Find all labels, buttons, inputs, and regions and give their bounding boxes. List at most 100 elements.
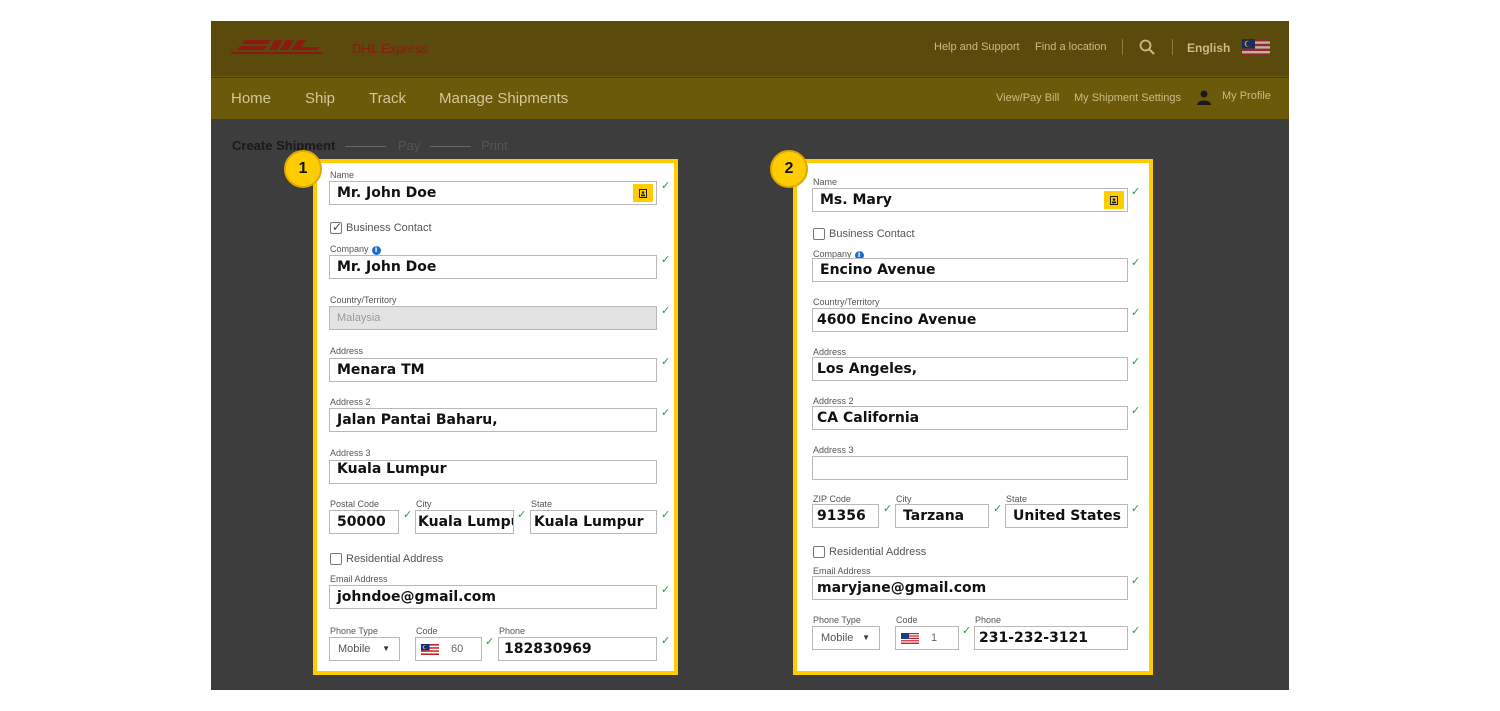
address3-input[interactable]: Kuala Lumpur: [329, 460, 657, 484]
check-icon: ✓: [661, 584, 671, 596]
city-input[interactable]: Kuala Lumpur: [415, 510, 514, 534]
state-input[interactable]: Kuala Lumpur: [530, 510, 657, 534]
check-icon: ✓: [661, 305, 671, 317]
nav-manage-shipments[interactable]: Manage Shipments: [439, 90, 568, 107]
phone-input[interactable]: 182830969: [498, 637, 657, 661]
step-badge-1: 1: [284, 150, 322, 188]
check-icon: ✓: [1131, 575, 1141, 587]
find-location-link[interactable]: Find a location: [1035, 41, 1107, 53]
country-code-select[interactable]: 60: [415, 637, 482, 661]
brand-subtitle: DHL Express: [352, 41, 429, 56]
search-icon[interactable]: [1139, 39, 1155, 55]
check-icon: ✓: [1131, 405, 1141, 417]
step-print: Print: [481, 138, 508, 153]
email-label: Email Address: [330, 574, 388, 584]
business-contact-checkbox[interactable]: [813, 228, 825, 240]
user-icon[interactable]: [1197, 90, 1211, 105]
phone-type-label: Phone Type: [330, 626, 378, 636]
phone-type-select[interactable]: Mobile ▼: [812, 626, 880, 650]
name-label: Name: [813, 177, 838, 187]
name-input[interactable]: Ms. Mary: [812, 188, 1128, 212]
phone-type-label: Phone Type: [813, 615, 861, 625]
residential-address-label: Residential Address: [346, 553, 444, 565]
postal-code-input[interactable]: 50000: [329, 510, 399, 534]
name-label: Name: [330, 170, 355, 180]
phone-type-select[interactable]: Mobile ▼: [329, 637, 400, 661]
code-label: Code: [416, 626, 438, 636]
city-input[interactable]: Tarzana: [895, 504, 989, 528]
step-pay: Pay: [398, 138, 421, 153]
caret-down-icon: ▼: [382, 644, 390, 653]
malaysia-flag-icon[interactable]: [1242, 39, 1270, 56]
email-input[interactable]: johndoe@gmail.com: [329, 585, 657, 609]
contact-book-icon[interactable]: [1104, 191, 1124, 209]
step-create-shipment: Create Shipment: [232, 138, 336, 153]
caret-down-icon: ▼: [862, 633, 870, 642]
country-input[interactable]: 4600 Encino Avenue: [812, 308, 1128, 332]
phone-input[interactable]: 231-232-3121: [974, 626, 1128, 650]
malaysia-flag-icon: [421, 643, 439, 655]
state-label: State: [531, 499, 553, 509]
address2-input[interactable]: Jalan Pantai Baharu,: [329, 408, 657, 432]
check-icon: ✓: [661, 254, 671, 266]
divider: [1172, 39, 1173, 55]
city-label: City: [416, 499, 432, 509]
residential-address-checkbox[interactable]: [330, 553, 342, 565]
email-input[interactable]: maryjane@gmail.com: [812, 576, 1128, 600]
check-icon: ✓: [1131, 503, 1141, 515]
email-label: Email Address: [813, 566, 871, 576]
address-input[interactable]: Los Angeles,: [812, 357, 1128, 381]
company-input[interactable]: Encino Avenue: [812, 258, 1128, 282]
step-connector: [430, 146, 471, 147]
address2-input[interactable]: CA California: [812, 406, 1128, 430]
state-label: State: [1006, 494, 1028, 504]
code-label: Code: [896, 615, 918, 625]
check-icon: ✓: [517, 509, 527, 521]
name-input[interactable]: Mr. John Doe: [329, 181, 657, 205]
check-icon: ✓: [1131, 186, 1141, 198]
check-icon: ✓: [1131, 625, 1141, 637]
dhl-logo[interactable]: [231, 38, 323, 56]
company-input[interactable]: Mr. John Doe: [329, 255, 657, 279]
address2-label: Address 2: [813, 396, 854, 406]
us-flag-icon: [901, 632, 919, 644]
country-input: Malaysia: [329, 306, 657, 330]
company-label: Company i: [330, 244, 381, 255]
check-icon: ✓: [485, 636, 495, 648]
business-contact-label: Business Contact: [346, 222, 432, 234]
address3-input[interactable]: [812, 456, 1128, 480]
check-icon: ✓: [661, 635, 671, 647]
check-icon: ✓: [661, 356, 671, 368]
check-icon: ✓: [661, 407, 671, 419]
nav-ship[interactable]: Ship: [305, 90, 335, 107]
business-contact-label: Business Contact: [829, 228, 915, 240]
state-input[interactable]: United States: [1005, 504, 1128, 528]
check-icon: ✓: [661, 180, 671, 192]
zip-code-input[interactable]: 91356: [812, 504, 879, 528]
check-icon: ✓: [1131, 356, 1141, 368]
contact-book-icon[interactable]: [633, 184, 653, 202]
nav-home[interactable]: Home: [231, 90, 271, 107]
divider: [1122, 39, 1123, 55]
shipment-settings-link[interactable]: My Shipment Settings: [1074, 92, 1181, 104]
step-connector: [345, 146, 386, 147]
address-label: Address: [330, 346, 364, 356]
country-code-select[interactable]: 1: [895, 626, 959, 650]
my-profile-link[interactable]: My Profile: [1222, 90, 1271, 102]
step-badge-2: 2: [770, 150, 808, 188]
business-contact-checkbox[interactable]: ✓: [330, 220, 342, 234]
language-selector[interactable]: English: [1187, 41, 1230, 55]
residential-address-label: Residential Address: [829, 546, 927, 558]
country-label: Country/Territory: [813, 297, 880, 307]
help-support-link[interactable]: Help and Support: [934, 41, 1020, 53]
check-icon: ✓: [883, 503, 893, 515]
nav-track[interactable]: Track: [369, 90, 406, 107]
address-input[interactable]: Menara TM: [329, 358, 657, 382]
view-pay-bill-link[interactable]: View/Pay Bill: [996, 92, 1059, 104]
check-icon: ✓: [962, 625, 972, 637]
info-icon[interactable]: i: [371, 246, 381, 255]
address-label: Address: [813, 347, 847, 357]
residential-address-checkbox[interactable]: [813, 546, 825, 558]
phone-label: Phone: [975, 615, 1002, 625]
postal-code-label: Postal Code: [330, 499, 380, 509]
